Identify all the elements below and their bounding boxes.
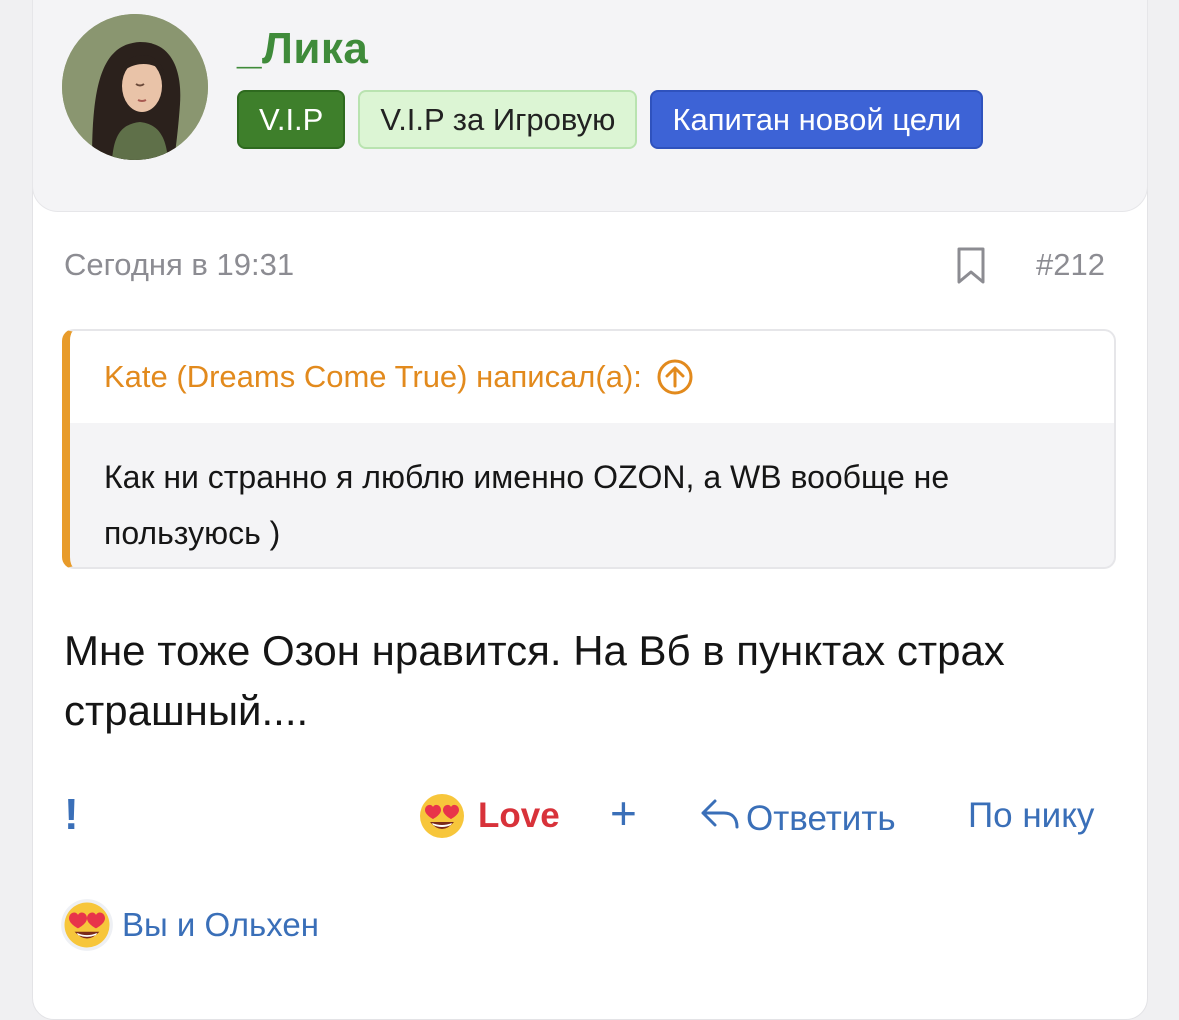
bookmark-icon[interactable] [956, 247, 986, 285]
reply-label[interactable]: Ответить [746, 799, 896, 839]
love-reaction-button[interactable]: Love [418, 792, 560, 840]
heart-eyes-icon [418, 792, 466, 840]
reactions-summary[interactable]: Вы и Ольхен [60, 898, 319, 952]
arrow-up-circle-icon[interactable] [656, 358, 694, 396]
post-message: Мне тоже Озон нравится. На Вб в пунктах … [64, 627, 1005, 734]
love-label[interactable]: Love [478, 796, 560, 836]
badge-vip: V.I.P [237, 90, 346, 149]
reply-button[interactable]: Ответить [700, 796, 896, 841]
quote-author[interactable]: Kate (Dreams Come True) написал(а): [104, 359, 642, 395]
username[interactable]: _Лика [237, 24, 368, 74]
user-badges: V.I.P V.I.P за Игровую Капитан новой цел… [237, 90, 984, 149]
badge-vip-game: V.I.P за Игровую [358, 90, 638, 149]
quote-header[interactable]: Kate (Dreams Come True) написал(а): [70, 331, 1114, 423]
mention-by-nick-button[interactable]: По нику [968, 796, 1094, 836]
avatar[interactable] [62, 14, 208, 160]
post-number[interactable]: #212 [1036, 247, 1105, 283]
add-reaction-button[interactable]: + [610, 786, 637, 840]
post-date[interactable]: Сегодня в 19:31 [64, 247, 294, 283]
reactions-summary-label[interactable]: Вы и Ольхен [122, 906, 319, 944]
report-button[interactable]: ! [64, 790, 79, 840]
badge-captain: Капитан новой цели [650, 90, 984, 149]
quote-block: Kate (Dreams Come True) написал(а): Как … [62, 329, 1116, 569]
heart-eyes-icon [60, 898, 114, 952]
quote-text: Как ни странно я люблю именно OZON, а WB… [104, 459, 950, 551]
reply-icon [700, 796, 740, 841]
